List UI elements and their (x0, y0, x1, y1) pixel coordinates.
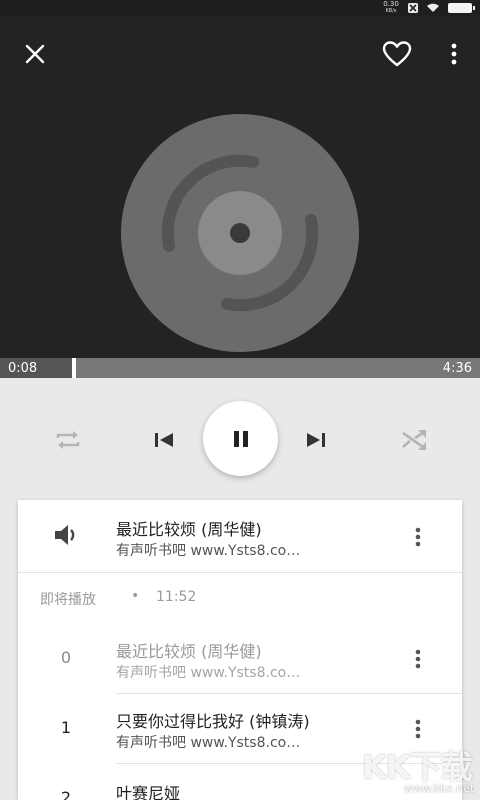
pause-icon (233, 430, 248, 447)
network-speed-value: 0.30 (383, 0, 399, 8)
volume-icon (55, 525, 75, 545)
now-playing-title: 最近比较烦 (周华健) (116, 520, 262, 539)
now-playing-more-button[interactable] (404, 519, 432, 555)
up-next-header: 即将播放 • 11:52 (18, 574, 462, 622)
seek-bar[interactable]: 0:08 4:36 (0, 358, 480, 378)
more-vert-icon (415, 649, 421, 669)
queue-item-index: 0 (60, 648, 72, 667)
favorite-button[interactable] (377, 34, 417, 74)
repeat-icon (56, 431, 80, 449)
watermark-url: www.kkx.net (404, 782, 475, 795)
disc-icon (121, 114, 359, 352)
queue-item-more-button[interactable] (404, 641, 432, 677)
shuffle-icon (402, 430, 426, 450)
up-next-duration: 11:52 (156, 589, 197, 605)
total-time: 4:36 (442, 361, 472, 376)
now-playing-indicator (48, 524, 84, 550)
previous-button[interactable] (146, 422, 182, 458)
queue-item-subtitle: 有声听书吧 www.Ysts8.co… (116, 665, 301, 681)
more-options-button[interactable] (434, 34, 474, 74)
pause-button[interactable] (203, 401, 278, 476)
no-sim-icon (408, 3, 418, 13)
network-speed-unit: KB/s (385, 8, 397, 14)
queue-item-title: 叶赛尼娅 (116, 784, 181, 800)
album-art (121, 114, 359, 352)
wifi-icon (427, 3, 439, 12)
skip-previous-icon (155, 433, 173, 447)
close-button[interactable] (15, 34, 55, 74)
shuffle-button[interactable] (394, 422, 434, 458)
close-icon (25, 44, 45, 64)
queue-item-index: 2 (60, 788, 72, 800)
more-vert-icon (451, 43, 457, 65)
now-playing-subtitle: 有声听书吧 www.Ysts8.co… (116, 543, 301, 559)
queue-item-subtitle: 有声听书吧 www.Ysts8.co… (116, 735, 301, 751)
more-vert-icon (415, 719, 421, 739)
playback-controls (0, 378, 480, 498)
queue-item-title: 只要你过得比我好 (钟镇涛) (116, 712, 310, 731)
more-vert-icon (415, 527, 421, 547)
status-icons: 0.30 KB/s (382, 1, 475, 15)
battery-icon (448, 3, 475, 13)
up-next-separator: • (131, 588, 140, 604)
now-playing-row[interactable]: 最近比较烦 (周华健) 有声听书吧 www.Ysts8.co… (18, 500, 462, 573)
repeat-button[interactable] (48, 422, 88, 458)
player-header (0, 16, 480, 358)
seek-bar-thumb[interactable] (72, 358, 76, 378)
queue-item-index: 1 (60, 718, 72, 737)
skip-next-icon (307, 433, 325, 447)
watermark: KK下载 www.kkx.net (362, 742, 478, 798)
queue-item-title: 最近比较烦 (周华健) (116, 642, 262, 661)
current-time: 0:08 (8, 361, 38, 376)
heart-icon (382, 41, 412, 67)
status-bar: 0.30 KB/s (0, 0, 480, 16)
next-button[interactable] (298, 422, 334, 458)
queue-item[interactable]: 0 最近比较烦 (周华健) 有声听书吧 www.Ysts8.co… (18, 624, 462, 694)
up-next-label: 即将播放 (40, 592, 96, 608)
network-speed: 0.30 KB/s (382, 1, 400, 15)
